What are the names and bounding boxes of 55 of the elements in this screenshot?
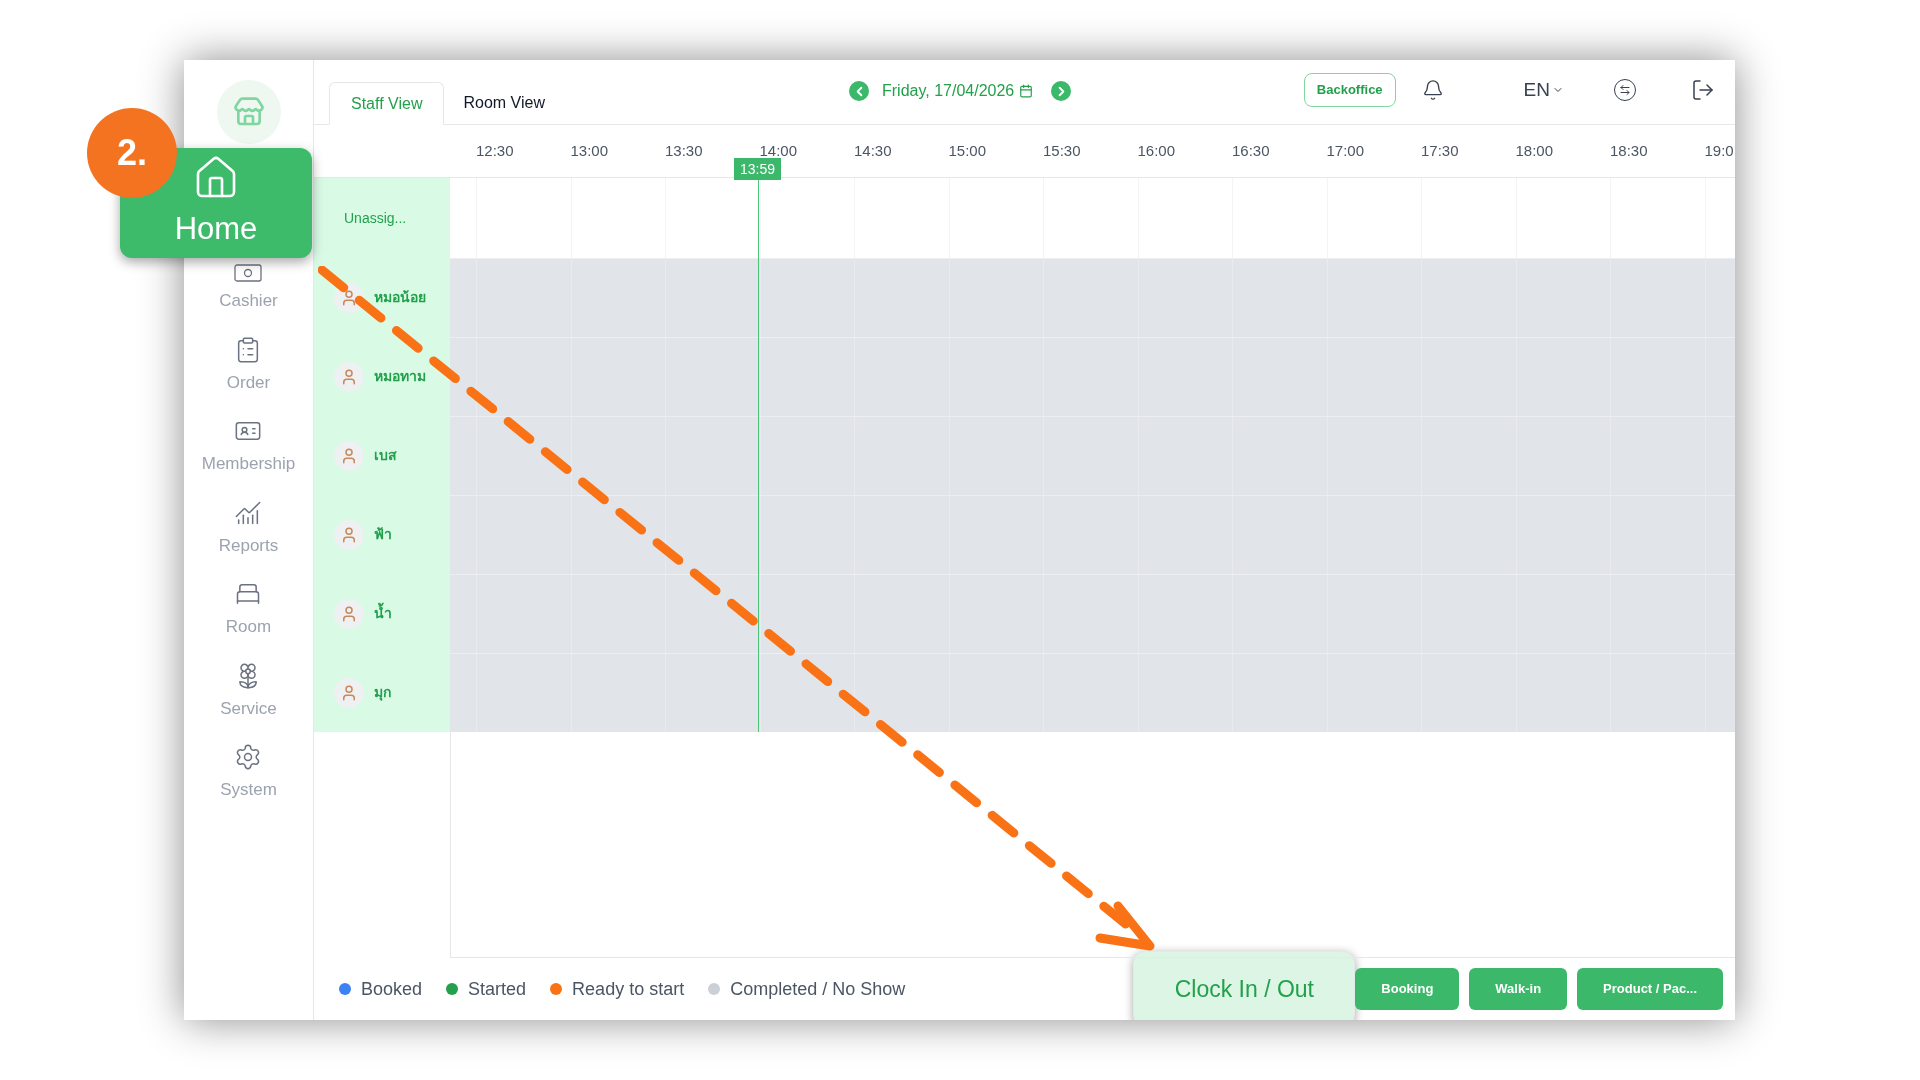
action-button[interactable]: Clock In / Out — [1133, 951, 1356, 1020]
time-label: 18:30 — [1610, 142, 1648, 159]
legend-label: Booked — [361, 977, 423, 1001]
avatar-icon — [334, 361, 364, 392]
sidebar-item[interactable]: System — [220, 743, 277, 803]
time-label: 14:30 — [854, 142, 892, 159]
date-label[interactable]: Friday, 17/04/2026 — [879, 79, 1018, 103]
calendar-icon[interactable] — [1019, 84, 1034, 98]
action-button[interactable]: Product / Pac... — [1577, 968, 1723, 1010]
previous-day-button[interactable] — [849, 81, 869, 101]
staff-name: ฟ้า — [374, 525, 392, 544]
view-tab[interactable]: Staff View — [329, 82, 445, 125]
staff-name: หมอทาม — [374, 367, 426, 386]
time-label: 15:00 — [948, 142, 987, 159]
time-label: 14:00 — [759, 142, 798, 159]
time-label: 18:00 — [1515, 142, 1554, 159]
time-label: 19:0 — [1704, 142, 1734, 159]
notification-icon[interactable] — [1421, 79, 1444, 101]
unassigned-label: Unassig... — [344, 208, 407, 228]
legend-label: Completed / No Show — [730, 977, 906, 1001]
legend-label: Started — [468, 977, 527, 1001]
sidebar-item[interactable]: Membership — [201, 417, 296, 477]
view-tab[interactable]: Room View — [444, 81, 564, 124]
staff-name: หมอน้อย — [374, 288, 426, 307]
logout-icon[interactable] — [1691, 78, 1715, 102]
sidebar-item[interactable]: Service — [220, 661, 277, 721]
sidebar-item[interactable]: Order — [226, 335, 271, 395]
time-label: 13:00 — [570, 142, 609, 159]
sidebar-item[interactable]: Cashier — [219, 264, 278, 314]
time-label: 17:00 — [1326, 142, 1365, 159]
time-label: 16:30 — [1232, 142, 1270, 159]
action-button[interactable]: Booking — [1355, 968, 1460, 1010]
time-label: 16:00 — [1137, 142, 1176, 159]
time-label: 17:30 — [1421, 142, 1459, 159]
next-day-button[interactable] — [1051, 81, 1072, 101]
staff-name: เบส — [374, 446, 397, 465]
language-selector[interactable]: EN — [1523, 75, 1564, 105]
staff-name: น้ำ — [374, 603, 392, 624]
home-label: Home — [174, 209, 258, 248]
avatar-icon — [334, 519, 364, 550]
sidebar-item[interactable]: Reports — [218, 498, 279, 558]
time-label: 12:30 — [476, 142, 514, 159]
time-label: 15:30 — [1043, 142, 1081, 159]
sidebar-item[interactable]: Room — [225, 580, 272, 640]
current-time-badge: 13:59 — [734, 158, 782, 180]
time-label: 13:30 — [665, 142, 703, 159]
backoffice-button[interactable]: Backoffice — [1303, 73, 1396, 107]
staff-name: มุก — [374, 683, 391, 703]
legend-label: Ready to start — [572, 977, 685, 1001]
step-badge: 2. — [87, 108, 177, 198]
avatar-icon — [334, 440, 364, 471]
action-button[interactable]: Walk-in — [1469, 968, 1568, 1010]
cash-icon — [234, 264, 263, 282]
avatar-icon — [334, 677, 364, 708]
avatar-icon — [334, 598, 364, 629]
